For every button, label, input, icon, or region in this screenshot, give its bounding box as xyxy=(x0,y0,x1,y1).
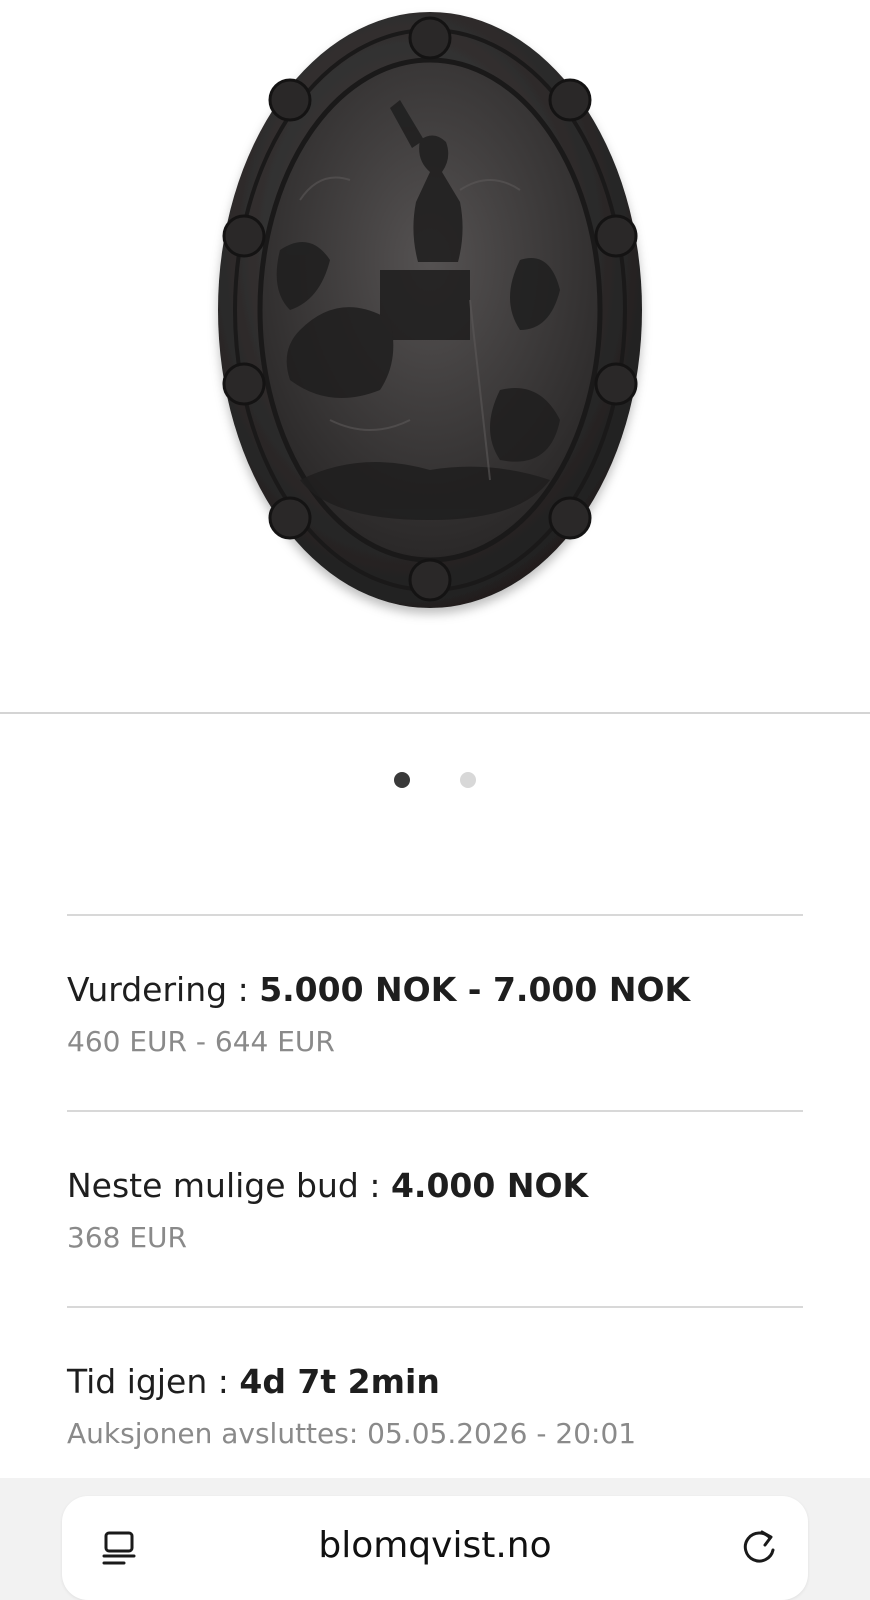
next-bid-value: 4.000 NOK xyxy=(390,1166,589,1205)
estimate-value: 5.000 NOK - 7.000 NOK xyxy=(259,970,691,1009)
next-bid-label: Neste mulige bud : xyxy=(67,1166,391,1205)
divider xyxy=(67,1306,803,1308)
url-text[interactable]: blomqvist.no xyxy=(62,1524,808,1568)
auction-end-time: Auksjonen avsluttes: 05.05.2026 - 20:01 xyxy=(67,1417,637,1450)
estimate-line: Vurdering : 5.000 NOK - 7.000 NOK xyxy=(67,970,803,1010)
product-page: Vurdering : 5.000 NOK - 7.000 NOK 460 EU… xyxy=(0,0,870,1600)
time-left-label: Tid igjen : xyxy=(67,1362,240,1401)
carousel-pagination xyxy=(0,772,870,788)
carousel-dot-2[interactable] xyxy=(460,772,476,788)
product-image-gallery[interactable] xyxy=(0,0,870,714)
next-bid-section: Neste mulige bud : 4.000 NOK 368 EUR xyxy=(67,1166,803,1256)
reload-icon[interactable] xyxy=(738,1526,780,1568)
next-bid-line: Neste mulige bud : 4.000 NOK xyxy=(67,1166,803,1206)
carousel-dot-1[interactable] xyxy=(394,772,410,788)
next-bid-eur: 368 EUR xyxy=(67,1221,187,1254)
estimate-eur: 460 EUR - 644 EUR xyxy=(67,1025,335,1058)
estimate-section: Vurdering : 5.000 NOK - 7.000 NOK 460 EU… xyxy=(67,970,803,1060)
relief-plaque-image xyxy=(218,12,642,608)
browser-toolbar: blomqvist.no xyxy=(0,1478,870,1600)
divider xyxy=(67,1110,803,1112)
divider xyxy=(67,914,803,916)
time-left-value: 4d 7t 2min xyxy=(239,1362,440,1401)
time-left-section: Tid igjen : 4d 7t 2min Auksjonen avslutt… xyxy=(67,1362,803,1452)
estimate-label: Vurdering : xyxy=(67,970,260,1009)
address-bar[interactable]: blomqvist.no xyxy=(62,1496,808,1600)
time-left-line: Tid igjen : 4d 7t 2min xyxy=(67,1362,803,1402)
